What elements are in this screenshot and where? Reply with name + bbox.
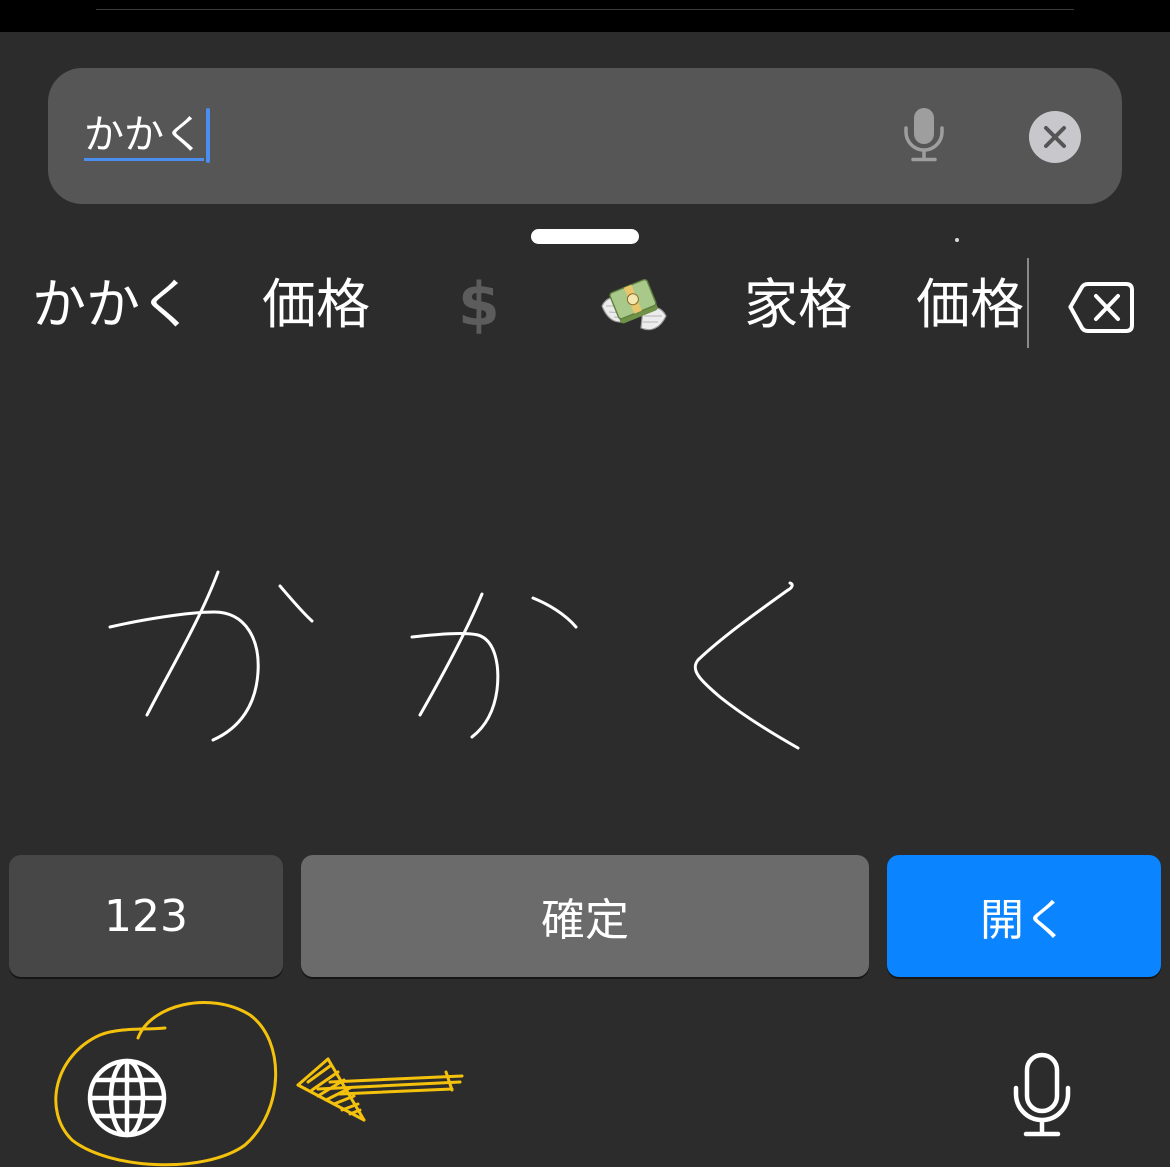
open-key[interactable]: 開く <box>887 855 1161 977</box>
annotation-circle <box>54 1001 278 1167</box>
handwriting-stroke <box>145 570 220 717</box>
top-bar <box>0 0 1170 32</box>
handwriting-stroke <box>693 581 800 750</box>
handwriting-stroke <box>108 610 260 742</box>
candidate-dollar-sign[interactable]: $ <box>458 268 500 342</box>
annotation-arrow <box>296 1057 464 1122</box>
candidate-price[interactable]: 価格 <box>262 268 370 342</box>
candidate-kakaku-kana[interactable]: かかく <box>32 268 194 342</box>
candidate-family-status[interactable]: 家格 <box>744 268 852 342</box>
clear-icon[interactable] <box>1027 109 1083 165</box>
confirm-key[interactable]: 確定 <box>301 855 869 977</box>
top-divider <box>96 9 1074 10</box>
delete-left-icon[interactable] <box>1064 276 1138 338</box>
candidate-separator <box>1027 258 1029 348</box>
drag-handle[interactable] <box>531 229 639 244</box>
numbers-key[interactable]: 123 <box>9 855 283 977</box>
money-with-wings-icon[interactable] <box>600 276 668 333</box>
microphone-icon[interactable] <box>900 104 948 166</box>
handwriting-stroke <box>278 584 314 623</box>
handwriting-stroke <box>531 596 578 629</box>
candidate-price-alt[interactable]: 価格 <box>916 268 1024 342</box>
handwriting-canvas[interactable] <box>0 360 1170 840</box>
annotation-layer <box>54 1001 464 1167</box>
stray-dot <box>955 238 959 242</box>
marked-text: かかく <box>84 108 204 161</box>
search-input[interactable]: かかく <box>84 108 210 164</box>
dictation-microphone-icon[interactable] <box>1008 1048 1076 1140</box>
handwriting-stroke <box>418 592 484 717</box>
text-cursor <box>206 108 210 163</box>
